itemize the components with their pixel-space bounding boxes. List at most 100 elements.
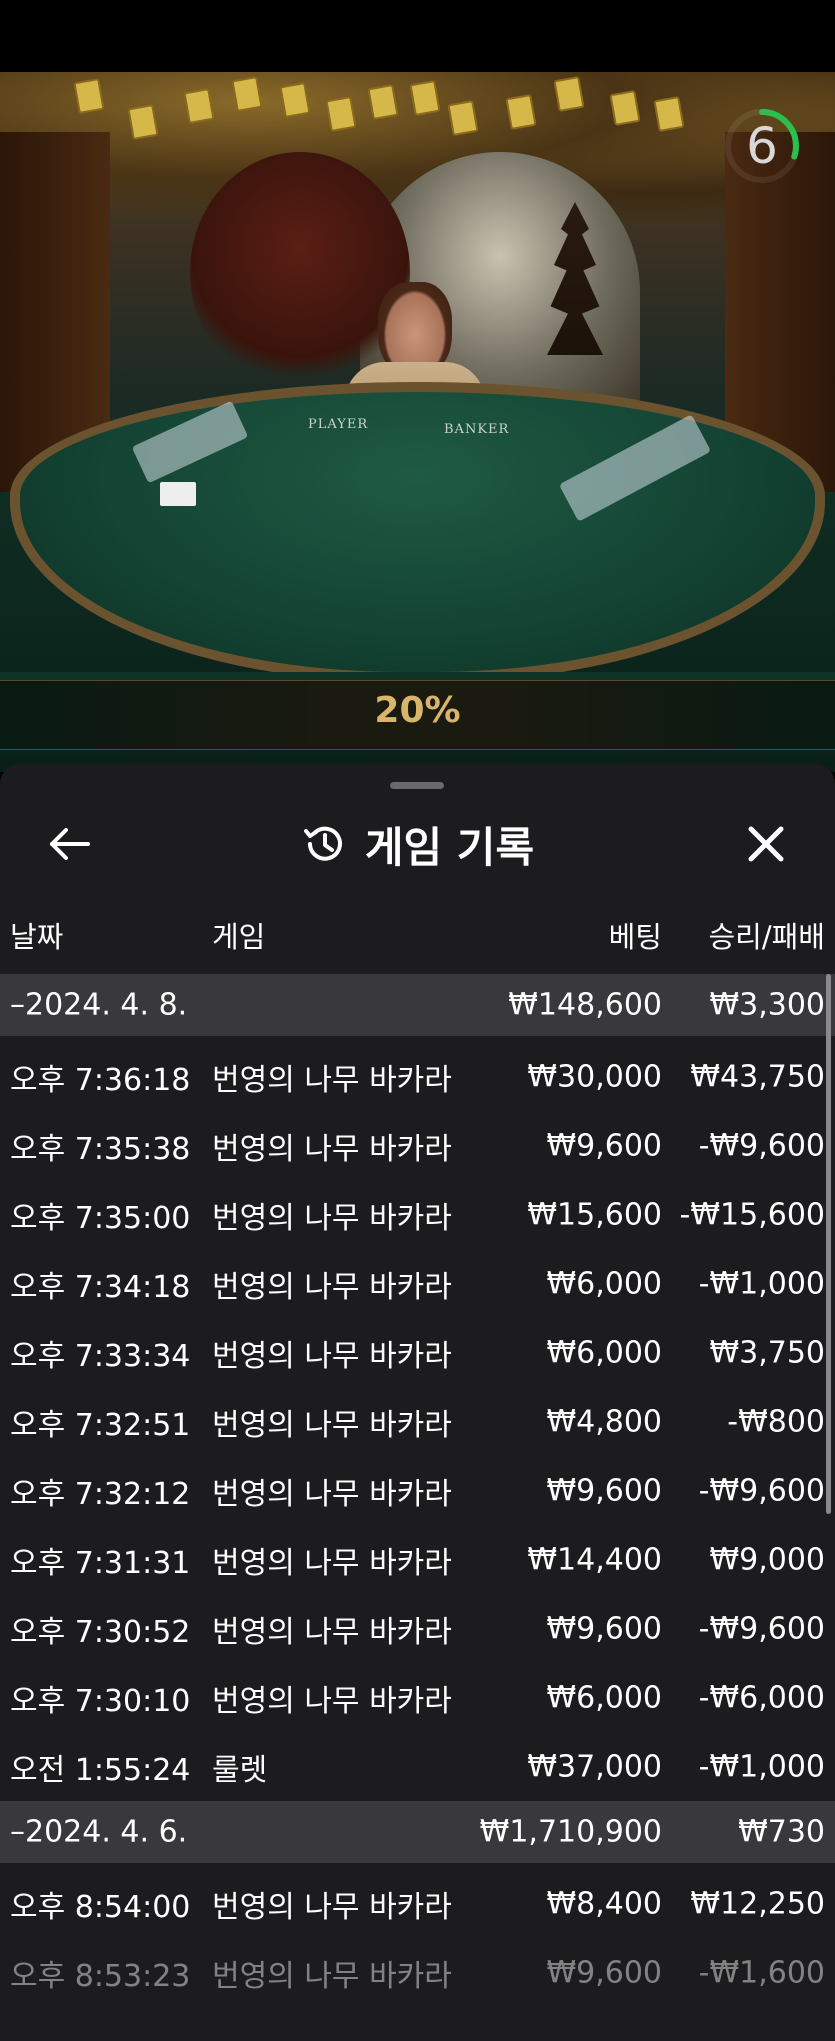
group-date: –2024. 4. 6. — [10, 1814, 188, 1850]
history-table: –2024. 4. 8. ₩148,600 ₩3,300 오후 7:36:18 … — [0, 974, 835, 2007]
countdown-number: 6 — [746, 117, 778, 175]
column-header-date: 날짜 — [10, 920, 64, 954]
row-time: 오후 7:33:34 — [10, 1338, 191, 1374]
group-total-result: ₩730 — [738, 1814, 825, 1850]
countdown-timer: 6 — [722, 106, 802, 186]
date-group-row[interactable]: –2024. 4. 6. ₩1,710,900 ₩730 — [0, 1801, 835, 1863]
history-clock-icon — [303, 826, 342, 861]
baccarat-table — [10, 382, 825, 682]
table-row[interactable]: 오후 7:30:10 번영의 나무 바카라 ₩6,000 -₩6,000 — [0, 1663, 835, 1732]
row-bet: ₩6,000 — [546, 1266, 662, 1301]
row-bet: ₩9,600 — [546, 1128, 662, 1163]
close-button[interactable] — [736, 814, 796, 874]
row-result: -₩9,600 — [698, 1611, 825, 1646]
row-bet: ₩15,600 — [527, 1197, 662, 1232]
golden-leaf — [73, 77, 105, 115]
row-game: 번영의 나무 바카라 — [212, 1131, 452, 1167]
row-result: -₩9,600 — [698, 1128, 825, 1163]
banker-label: BANKER — [444, 422, 510, 437]
row-bet: ₩8,400 — [546, 1886, 662, 1921]
table-row[interactable]: 오후 7:32:12 번영의 나무 바카라 ₩9,600 -₩9,600 — [0, 1456, 835, 1525]
row-time: 오후 7:35:00 — [10, 1200, 191, 1236]
row-game: 번영의 나무 바카라 — [212, 1062, 452, 1098]
column-header-game: 게임 — [212, 920, 266, 954]
golden-leaf — [127, 103, 159, 141]
table-row[interactable]: 오후 7:33:34 번영의 나무 바카라 ₩6,000 ₩3,750 — [0, 1318, 835, 1387]
row-time: 오후 7:34:18 — [10, 1269, 191, 1305]
table-row[interactable]: 오후 8:54:00 번영의 나무 바카라 ₩8,400 ₩12,250 — [0, 1869, 835, 1938]
red-tree — [190, 152, 410, 392]
golden-leaf — [553, 75, 585, 113]
row-time: 오후 7:30:10 — [10, 1683, 191, 1719]
drag-handle[interactable] — [390, 782, 444, 789]
row-time: 오후 7:32:12 — [10, 1476, 191, 1512]
scrollbar[interactable] — [826, 974, 831, 1514]
table-row[interactable]: 오후 7:31:31 번영의 나무 바카라 ₩14,400 ₩9,000 — [0, 1525, 835, 1594]
row-result: ₩9,000 — [709, 1542, 825, 1577]
row-bet: ₩14,400 — [527, 1542, 662, 1577]
golden-leaf — [231, 75, 263, 113]
table-row[interactable]: 오후 7:32:51 번영의 나무 바카라 ₩4,800 -₩800 — [0, 1387, 835, 1456]
column-header-bet: 베팅 — [608, 920, 662, 954]
row-time: 오후 7:31:31 — [10, 1545, 191, 1581]
golden-leaf — [505, 93, 537, 131]
card-stack — [160, 482, 196, 506]
row-bet: ₩30,000 — [527, 1059, 662, 1094]
golden-leaf — [279, 81, 311, 119]
row-game: 번영의 나무 바카라 — [212, 1338, 452, 1374]
group-date: –2024. 4. 8. — [10, 987, 188, 1023]
row-bet: ₩9,600 — [546, 1611, 662, 1646]
golden-leaf — [653, 95, 685, 133]
golden-leaf — [325, 95, 357, 133]
table-row[interactable]: 오후 7:34:18 번영의 나무 바카라 ₩6,000 -₩1,000 — [0, 1249, 835, 1318]
row-time: 오후 7:32:51 — [10, 1407, 191, 1443]
row-bet: ₩6,000 — [546, 1335, 662, 1370]
row-game: 번영의 나무 바카라 — [212, 1476, 452, 1512]
row-result: ₩3,750 — [709, 1335, 825, 1370]
player-label: PLAYER — [308, 417, 369, 432]
row-time: 오후 7:35:38 — [10, 1131, 191, 1167]
group-total-result: ₩3,300 — [709, 987, 825, 1023]
table-row[interactable]: 오전 1:55:24 룰렛 ₩37,000 -₩1,000 — [0, 1732, 835, 1801]
live-dealer-video: PLAYER BANKER — [0, 72, 835, 772]
row-game: 번영의 나무 바카라 — [212, 1200, 452, 1236]
golden-leaf — [409, 79, 441, 117]
row-bet: ₩37,000 — [527, 1749, 662, 1784]
row-game: 번영의 나무 바카라 — [212, 1407, 452, 1443]
table-row[interactable]: 오후 7:35:38 번영의 나무 바카라 ₩9,600 -₩9,600 — [0, 1111, 835, 1180]
row-game: 룰렛 — [212, 1752, 268, 1788]
row-result: -₩15,600 — [679, 1197, 825, 1232]
row-bet: ₩9,600 — [546, 1473, 662, 1508]
close-x-icon — [748, 826, 784, 862]
row-bet: ₩4,800 — [546, 1404, 662, 1439]
group-total-bet: ₩1,710,900 — [479, 1814, 662, 1850]
row-game: 번영의 나무 바카라 — [212, 1683, 452, 1719]
panel-title: 게임 기록 — [364, 822, 535, 872]
game-history-panel: 게임 기록 날짜 게임 베팅 승리/패배 –2024. 4. 8. ₩148,6… — [0, 764, 835, 2041]
percent-banner: 20% — [374, 690, 461, 731]
golden-leaf — [447, 99, 479, 137]
row-result: ₩43,750 — [690, 1059, 825, 1094]
row-result: -₩1,000 — [698, 1266, 825, 1301]
row-game: 번영의 나무 바카라 — [212, 1545, 452, 1581]
column-header-win-loss: 승리/패배 — [708, 920, 826, 954]
table-row[interactable]: 오후 7:36:18 번영의 나무 바카라 ₩30,000 ₩43,750 — [0, 1042, 835, 1111]
row-result: -₩800 — [727, 1404, 825, 1439]
row-time: 오전 1:55:24 — [10, 1752, 191, 1788]
row-game: 번영의 나무 바카라 — [212, 1614, 452, 1650]
status-bar — [0, 0, 835, 72]
row-time: 오후 7:30:52 — [10, 1614, 191, 1650]
date-group-row[interactable]: –2024. 4. 8. ₩148,600 ₩3,300 — [0, 974, 835, 1036]
panel-header: 게임 기록 — [0, 812, 835, 876]
row-time: 오후 7:36:18 — [10, 1062, 191, 1098]
row-result: -₩1,000 — [698, 1749, 825, 1784]
row-time: 오후 8:53:23 — [10, 1958, 191, 1994]
row-bet: ₩6,000 — [546, 1680, 662, 1715]
table-row[interactable]: 오후 7:30:52 번영의 나무 바카라 ₩9,600 -₩9,600 — [0, 1594, 835, 1663]
row-result: -₩9,600 — [698, 1473, 825, 1508]
row-result: -₩6,000 — [698, 1680, 825, 1715]
table-row[interactable]: 오후 8:53:23 번영의 나무 바카라 ₩9,600 -₩1,600 — [0, 1938, 835, 2007]
table-row[interactable]: 오후 7:35:00 번영의 나무 바카라 ₩15,600 -₩15,600 — [0, 1180, 835, 1249]
row-game: 번영의 나무 바카라 — [212, 1889, 452, 1925]
golden-leaf — [609, 89, 641, 127]
